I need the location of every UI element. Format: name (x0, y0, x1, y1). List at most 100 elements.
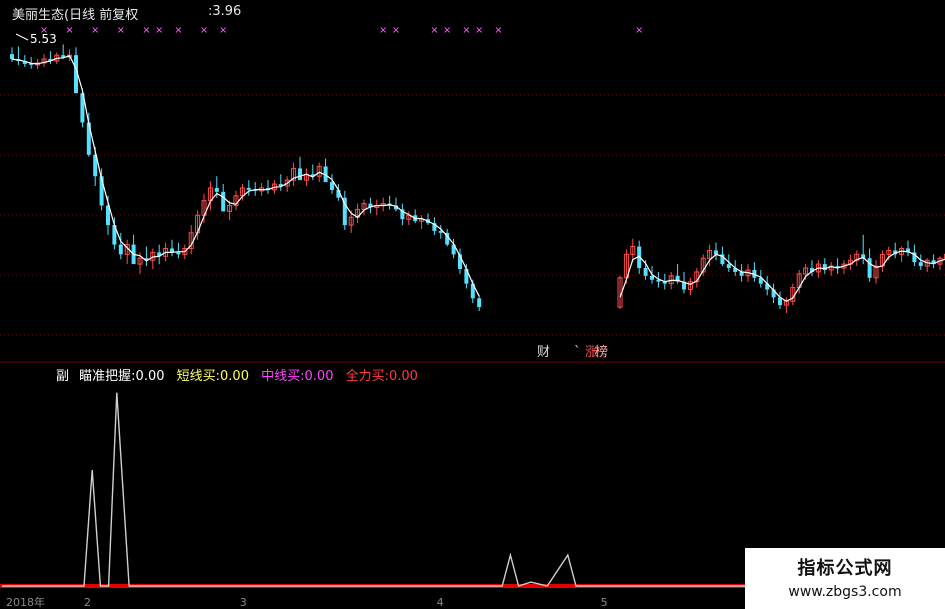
candle (426, 213, 430, 226)
candle (157, 244, 162, 265)
oscillator-line (2, 392, 794, 587)
candle (16, 46, 21, 65)
candle (361, 199, 367, 216)
legend-value-aim: 0.00 (135, 369, 165, 384)
candle (170, 239, 174, 257)
candle (739, 264, 744, 282)
candle (310, 164, 315, 181)
candle (854, 250, 860, 267)
signal-marker: × (91, 25, 99, 36)
candle (124, 239, 130, 265)
signal-marker: × (174, 25, 182, 36)
indicator-title: 副 (56, 369, 70, 384)
candle (400, 203, 405, 226)
event-label: ` (574, 345, 581, 360)
candle (80, 88, 85, 128)
candle (188, 225, 194, 255)
event-label: 榜 (595, 344, 608, 360)
candle (41, 54, 47, 67)
x-tick-label: 4 (437, 596, 444, 609)
candle (893, 242, 898, 259)
candle (380, 197, 386, 212)
x-tick-label: 2 (84, 596, 91, 609)
event-labels: 财 ` 涨榜 (537, 344, 608, 360)
signal-marker: × (117, 25, 125, 36)
signal-marker: × (65, 25, 73, 36)
legend-label-full: 全力买: (345, 369, 389, 384)
legend-label-aim: 瞄准把握: (79, 369, 136, 384)
signal-marker: × (430, 25, 438, 36)
candle (419, 215, 425, 229)
chart-header: 美丽生态(日线 前复权 (12, 4, 138, 23)
candle (266, 180, 270, 194)
watermark: 指标公式网 www.zbgs3.com (745, 548, 945, 609)
candle (233, 190, 239, 211)
x-tick-label: 3 (240, 596, 247, 609)
candle (931, 254, 936, 269)
candle (861, 234, 866, 265)
signal-marker: × (635, 25, 643, 36)
x-tick-label: 5 (601, 596, 608, 609)
stock-chart: ××××××××××××××××× 5.53 财`涨榜 2018年23456 (0, 25, 945, 609)
candle (937, 256, 943, 270)
candlestick-series (10, 44, 945, 313)
signal-marker: × (443, 25, 451, 36)
legend-label-mid: 中线买: (261, 369, 305, 384)
signal-marker: × (475, 25, 483, 36)
candle (394, 197, 398, 212)
signal-marker: × (379, 25, 387, 36)
candle (771, 283, 776, 304)
candle (438, 225, 443, 239)
signal-marker: × (392, 25, 400, 36)
signal-marker: × (462, 25, 470, 36)
candle (899, 246, 905, 263)
candle (918, 254, 923, 270)
signal-marker: × (219, 25, 227, 36)
high-arrow (15, 33, 29, 41)
candle (323, 158, 328, 183)
candle (752, 262, 757, 282)
candle (291, 162, 297, 186)
high-price-annotation: 5.53 (30, 32, 57, 46)
signal-marker: × (155, 25, 163, 36)
candle (387, 195, 392, 210)
stock-name: 美丽生态(日线 前复权 (12, 8, 139, 23)
candle (342, 190, 347, 230)
candle (413, 209, 418, 224)
candle (278, 174, 283, 191)
legend-label-short: 短线买: (176, 369, 221, 384)
candle (687, 277, 693, 296)
candle (477, 295, 482, 311)
candle (879, 250, 885, 272)
event-label: 财 (537, 345, 550, 360)
signal-marker: × (494, 25, 502, 36)
candle (924, 258, 930, 272)
candle (355, 203, 361, 224)
candle (828, 262, 834, 276)
candle (246, 180, 251, 196)
candle (790, 283, 796, 306)
candle (150, 248, 156, 269)
legend-value-short: 0.00 (220, 369, 249, 384)
candle (144, 246, 149, 267)
candle (714, 242, 718, 261)
candle (867, 248, 872, 282)
x-tick-label: 2018年 (6, 595, 45, 609)
candle (906, 240, 910, 257)
candle (835, 258, 840, 274)
candle (778, 291, 782, 310)
signal-markers: × × × × × × × × × × × × × × × × × (40, 25, 644, 36)
candle (303, 168, 309, 186)
legend-value-full: 0.00 (389, 369, 418, 384)
signal-marker: × (200, 25, 208, 36)
candle (374, 199, 380, 216)
price-readout: :3.96 (208, 4, 242, 19)
legend-value-mid: 0.00 (304, 369, 334, 384)
indicator-legend: 副 瞄准把握:0.00 短线买:0.00 中线买:0.00 全力买:0.00 (56, 365, 418, 384)
signal-marker: × (142, 25, 150, 36)
candle (330, 174, 334, 194)
candle (131, 234, 136, 265)
candle (253, 182, 258, 196)
candle (847, 254, 853, 270)
watermark-url: www.zbgs3.com (788, 584, 902, 600)
